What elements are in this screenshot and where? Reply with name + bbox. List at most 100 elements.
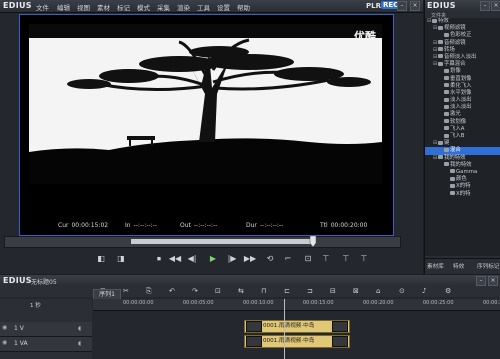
step-forward-icon[interactable]: |▶ [224,254,240,264]
sync-icon[interactable]: ⇆ [238,286,244,297]
timecode-in: In --:--:--:-- [125,222,157,229]
menu-item[interactable]: 文件 [36,2,49,12]
mode-plr-button[interactable]: PLR [366,2,381,10]
audio-icon[interactable]: ♪ [422,286,426,297]
tree-item[interactable]: ⊟ 音频滤镜 [425,40,500,47]
track-visibility-icon[interactable]: ◉ [2,339,7,346]
tree-item[interactable]: 淡入淡出 [425,104,500,111]
folder-icon [444,104,449,109]
home-icon[interactable]: ⌂ [376,286,380,297]
menu-item[interactable]: 模式 [137,2,150,12]
folder-icon [450,183,455,188]
tree-item[interactable]: 划像 [425,68,500,75]
menu-item[interactable]: 编辑 [57,2,70,12]
overwrite-icon[interactable]: ⊡ [300,254,316,264]
track-visibility-icon[interactable]: ◉ [2,324,7,331]
rewind-icon[interactable]: ◀◀ [167,254,183,264]
timeline-minimize-icon[interactable]: – [476,276,486,286]
tree-item[interactable]: 色彩校正 [425,32,500,39]
tree-item[interactable]: 飞入A [425,126,500,133]
folder-icon [450,169,455,174]
panel-tab[interactable]: 特效 [453,262,464,270]
sync-icon[interactable]: ⊤ [356,254,372,264]
tree-item[interactable]: ⊟ 我的特效 [425,155,500,162]
ripple-icon[interactable]: ⊡ [215,286,221,297]
tree-item-label: 字幕混合 [444,61,466,68]
track-header[interactable]: ◉ 1 VA ◖ [0,337,92,352]
timeline-close-icon[interactable]: × [488,276,498,286]
menu-item[interactable]: 渲染 [177,2,190,12]
mark-out-icon[interactable]: ◨ [113,254,129,264]
tree-item[interactable]: 垂直划像 [425,76,500,83]
replace-icon[interactable]: ⊠ [353,286,359,297]
watermark-text: 优酷 [354,30,376,43]
play-icon[interactable]: ▶ [205,254,221,264]
loop-icon[interactable]: ⟲ [262,254,278,264]
menu-item[interactable]: 设置 [217,2,230,12]
cut-icon[interactable]: ✂ [123,286,129,297]
copy-icon[interactable]: ⎘ [146,286,152,297]
tree-item[interactable]: 软划像 [425,119,500,126]
tree-item[interactable]: 水平划像 [425,90,500,97]
settings-icon[interactable]: ⚙ [445,286,451,297]
stop-icon[interactable]: ⏹ [151,254,167,264]
timeline-clip[interactable]: 0001.雨滴视频·中岛 [244,335,350,348]
tree-item[interactable]: 混合 [425,147,500,155]
menu-item[interactable]: 标记 [117,2,130,12]
monitor-display[interactable]: 优酷 Cur 00:00:15:02 In --:--:--:-- Out --:--:-… [19,14,394,236]
tree-item[interactable]: X的特 [425,183,500,190]
track-audio-icon[interactable]: ◖ [78,340,81,347]
folder-icon [444,133,449,138]
mark-in-icon[interactable]: ◧ [93,254,109,264]
track-audio-icon[interactable]: ◖ [78,325,81,332]
menu-item[interactable]: 视图 [77,2,90,12]
ruler-tick-label: 00:00:20:00 [363,300,394,306]
minimize-icon[interactable]: – [397,1,407,11]
split-icon[interactable]: ⊤ [318,254,334,264]
timeline-clip[interactable]: 0001.雨滴视频·中岛 [244,320,350,333]
tree-item[interactable]: 飞入B [425,133,500,140]
zoom-level[interactable]: 1 秒 [30,301,41,309]
close-icon[interactable]: × [410,1,420,11]
tree-item-label: 软划像 [450,118,467,125]
group-icon[interactable]: ⊐ [307,286,313,297]
render-icon[interactable]: ⊙ [399,286,405,297]
menu-item[interactable]: 工具 [197,2,210,12]
undo-icon[interactable]: ↶ [169,286,175,297]
tree-item-label: 特效 [438,18,449,24]
track-header[interactable]: ◉ 1 V ◖ [0,322,92,337]
tree-item-label: 我的特效 [450,161,472,168]
panel-tab[interactable]: 序列标记 [477,262,499,270]
menu-item[interactable]: 帮助 [237,2,250,12]
tree-item[interactable]: ⊟ 键 [425,140,500,147]
tree-item[interactable]: 我的特效 [425,162,500,169]
folder-icon [432,18,437,23]
step-back-icon[interactable]: ◀| [184,254,200,264]
trim-icon[interactable]: ⊤ [338,254,354,264]
menu-item[interactable]: 采集 [157,2,170,12]
delete-icon[interactable]: ⊟ [330,286,336,297]
timeline-ruler[interactable]: 00:00:00:00 00:00:05:00 00:00:10:00 00:00:1… [93,299,500,311]
tree-item[interactable]: ⊟ 字幕混合 [425,61,500,68]
timeline-playhead[interactable] [284,299,285,359]
tree-item[interactable]: 激光 [425,111,500,118]
panel-close-icon[interactable]: × [491,1,500,11]
fast-forward-icon[interactable]: ▶▶ [242,254,258,264]
menu-item[interactable]: 素材 [97,2,110,12]
seek-handle-icon[interactable] [309,236,317,248]
tree-item[interactable]: 柔化飞入 [425,83,500,90]
track-icon[interactable]: ⊏ [284,286,290,297]
panel-tab[interactable]: 素材库 [427,262,444,270]
tree-item-label: 音频淡入淡出 [444,53,477,60]
folder-icon [438,25,443,30]
tree-item[interactable]: X的特 [425,191,500,198]
snap-icon[interactable]: ⊓ [261,286,266,297]
tree-item[interactable]: ⊟ 转场 [425,47,500,54]
folder-icon [438,140,443,145]
panel-minimize-icon[interactable]: – [480,1,490,11]
insert-icon[interactable]: ⌐ [280,254,296,264]
seek-bar[interactable] [4,236,401,248]
folder-icon [444,68,449,73]
tree-item-label: 柔化飞入 [450,82,472,89]
redo-icon[interactable]: ↷ [192,286,198,297]
